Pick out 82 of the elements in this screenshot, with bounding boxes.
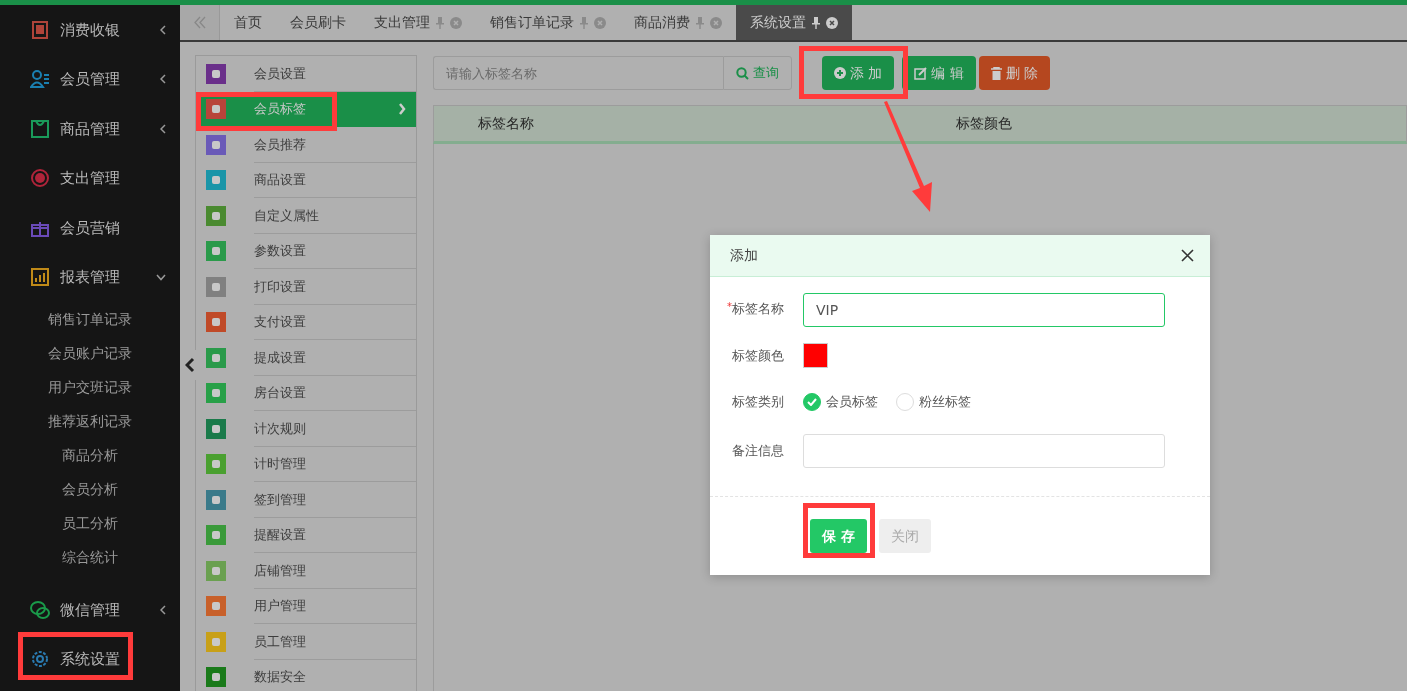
sidebar-item[interactable]: 会员管理 [0,54,180,104]
settings-menu-item[interactable]: 会员设置 [196,56,416,92]
settings-menu-item[interactable]: 计次规则 [196,411,416,447]
close-icon [1181,249,1194,262]
sidebar-item[interactable]: 支出管理 [0,153,180,203]
column-header: 标签颜色 [956,114,1012,134]
bag-icon [30,118,50,139]
settings-menu-item[interactable]: 商品设置 [196,162,416,198]
settings-menu-item[interactable]: 提成设置 [196,340,416,376]
text-field[interactable]: VIP [803,293,1165,327]
sidebar-subitem[interactable]: 会员分析 [0,472,180,506]
settings-menu-item[interactable]: 打印设置 [196,269,416,305]
field-label: 标签名称 [732,301,784,316]
chevron-down-icon [156,273,166,281]
trash-icon [990,66,1002,80]
tab[interactable]: 支出管理 [360,5,476,40]
sidebar-item[interactable]: 系统设置 [0,634,180,684]
text-field[interactable] [803,433,1165,468]
edit-icon [914,66,928,80]
pin-icon [696,16,704,29]
settings-menu-item[interactable]: 用户管理 [196,588,416,624]
receipt-icon [30,19,50,40]
settings-menu-item[interactable]: 员工管理 [196,624,416,660]
chevron-left-icon [160,123,166,134]
sidebar-subitem[interactable]: 销售订单记录 [0,302,180,336]
tab[interactable]: 销售订单记录 [476,5,620,40]
pin-icon [580,16,588,29]
search-icon [736,66,749,80]
tab[interactable]: 商品消费 [620,5,736,40]
sidebar-subitem[interactable]: 推荐返利记录 [0,404,180,438]
delete-button[interactable]: 删 除 [978,56,1050,90]
dialog-title: 添加 [730,246,758,265]
column-header: 标签名称 [478,114,534,134]
color-swatch[interactable] [803,343,828,368]
chevron-left-icon [160,24,166,35]
chevron-left-icon [160,604,166,615]
settings-menu-item[interactable]: 参数设置 [196,233,416,269]
pin-icon [812,16,820,29]
settings-menu-item[interactable]: 自定义属性 [196,198,416,234]
settings-menu-item[interactable]: 会员推荐 [196,127,416,163]
field-label: 标签类别 [732,394,784,409]
radio-option[interactable]: 粉丝标签 [896,392,971,412]
sidebar-subitem[interactable]: 员工分析 [0,506,180,540]
person-list-icon [30,69,50,90]
tab[interactable]: 系统设置 [736,5,852,40]
sidebar-item[interactable]: 商品管理 [0,104,180,154]
field-label: 备注信息 [732,442,784,458]
collapse-tabs-button[interactable] [180,5,220,40]
plus-circle-icon [834,67,846,79]
field-label: 标签颜色 [732,347,784,363]
double-chevron-icon [192,16,207,29]
settings-menu-item[interactable]: 数据安全 [196,659,416,691]
settings-menu-item[interactable]: 签到管理 [196,482,416,518]
sidebar-subitem[interactable]: 会员账户记录 [0,336,180,370]
sidebar-item[interactable]: 报表管理 [0,252,180,302]
chevron-right-icon [398,103,406,116]
sidebar-item[interactable]: 消费收银 [0,5,180,55]
chat-icon [30,599,50,620]
coin-icon [30,168,50,189]
search-field[interactable]: 请输入标签名称 [433,56,723,90]
settings-menu-item[interactable]: 房台设置 [196,375,416,411]
bar-chart-icon [30,267,50,288]
sidebar-subitem[interactable]: 用户交班记录 [0,370,180,404]
pin-icon [436,16,444,29]
check-icon [807,397,817,406]
radio-option[interactable]: 会员标签 [803,392,878,412]
sidebar-subitem[interactable]: 商品分析 [0,438,180,472]
settings-menu-item[interactable]: 提醒设置 [196,517,416,553]
settings-icon [30,649,50,670]
settings-menu-item[interactable]: 店铺管理 [196,553,416,589]
required-mark: * [727,300,732,312]
sidebar-item[interactable]: 会员营销 [0,203,180,253]
close-button[interactable] [1181,249,1194,262]
tab[interactable]: 首页 [220,5,276,40]
settings-menu-item[interactable]: 计时管理 [196,446,416,482]
close-icon[interactable] [826,16,838,29]
sidebar-subitem[interactable]: 综合统计 [0,540,180,574]
highlight-box [803,503,875,558]
sidebar-item[interactable]: 微信管理 [0,585,180,635]
tab[interactable]: 会员刷卡 [276,5,360,40]
settings-menu-item[interactable]: 支付设置 [196,304,416,340]
chevron-left-icon [160,74,166,85]
